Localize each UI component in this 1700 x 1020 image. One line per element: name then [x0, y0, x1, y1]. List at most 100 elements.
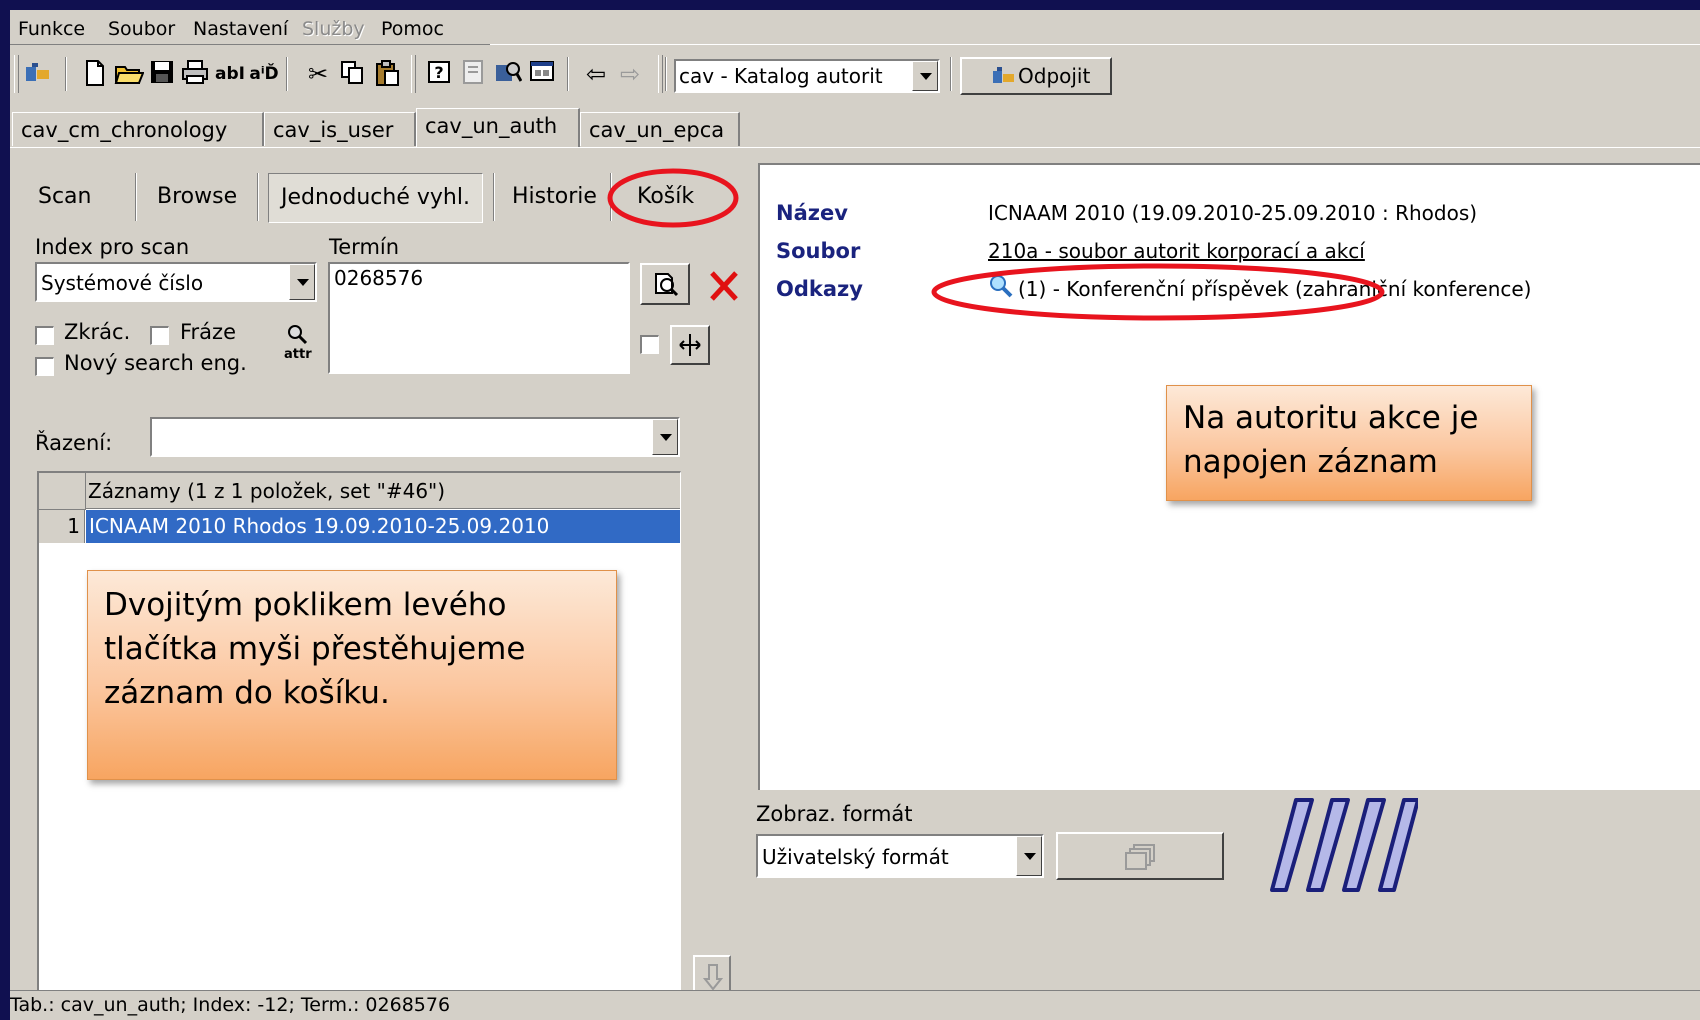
toolbar-separator — [950, 57, 952, 91]
record-display: Název ICNAAM 2010 (19.09.2010-25.09.2010… — [758, 163, 1700, 790]
toolbar-separator — [665, 57, 667, 91]
attr-label: attr — [284, 347, 312, 362]
toolbar-grip[interactable] — [658, 55, 663, 93]
display-format-label: Zobraz. formát — [756, 802, 913, 826]
subtab-historie[interactable]: Historie — [512, 171, 597, 223]
disconnect-button[interactable]: Odpojit — [960, 57, 1112, 95]
index-label: Index pro scan — [35, 235, 190, 259]
menu-funkce[interactable]: Funkce — [18, 18, 85, 40]
subtab-separator — [493, 173, 495, 221]
status-text: Tab.: cav_un_auth; Index: -12; Term.: 02… — [10, 994, 451, 1016]
table-tabs: cav_cm_chronology cav_is_user cav_un_aut… — [10, 108, 1700, 148]
table-row[interactable]: ICNAAM 2010 Rhodos 19.09.2010-25.09.2010 — [86, 510, 680, 543]
save-icon[interactable] — [146, 59, 178, 89]
toolbar-separator — [567, 57, 569, 91]
index-select[interactable]: Systémové číslo — [35, 262, 317, 302]
paste-icon[interactable] — [371, 59, 403, 89]
callout-double-click-text: Dvojitým poklikem levého tlačítka myši p… — [104, 587, 526, 711]
toolbar-grip[interactable] — [411, 55, 416, 93]
menu-divider — [10, 44, 490, 45]
kosik-highlight-ring — [607, 168, 739, 228]
subtab-scan[interactable]: Scan — [38, 171, 92, 223]
index-select-value: Systémové číslo — [41, 271, 204, 295]
clear-x-icon[interactable] — [706, 265, 742, 305]
zkrac-checkbox[interactable] — [35, 326, 54, 345]
cut-icon[interactable]: ✂ — [302, 59, 334, 89]
new-document-icon[interactable] — [79, 59, 111, 89]
magnifier-document-icon — [652, 271, 680, 302]
novy-search-checkbox[interactable] — [35, 357, 54, 376]
disconnect-button-label: Odpojit — [1018, 64, 1091, 88]
field-label-odkazy: Odkazy — [776, 277, 863, 301]
attr-search-button[interactable]: attr — [278, 323, 318, 369]
chevron-down-icon[interactable] — [912, 61, 938, 91]
menu-pomoc[interactable]: Pomoc — [381, 18, 444, 40]
subtab-separator — [257, 173, 259, 221]
scan-search-button[interactable] — [640, 263, 690, 305]
option-checkbox[interactable] — [640, 335, 659, 354]
tabs-divider — [10, 147, 1700, 148]
connect-icon[interactable] — [22, 59, 54, 89]
subtab-separator — [135, 173, 137, 221]
forward-arrow-icon[interactable]: ⇨ — [614, 59, 646, 89]
svg-text:?: ? — [434, 63, 443, 82]
fraze-label: Fráze — [180, 320, 236, 344]
tab-cav-un-epca[interactable]: cav_un_epca — [580, 112, 740, 146]
menu-soubor[interactable]: Soubor — [108, 18, 175, 40]
search-records-icon[interactable] — [492, 59, 524, 89]
chevron-down-icon[interactable] — [652, 419, 678, 455]
stacked-windows-icon — [1124, 843, 1156, 876]
application-window: Funkce Soubor Nastavení Služby Pomoc abI… — [10, 10, 1700, 1020]
toolbar-grip[interactable] — [14, 55, 19, 93]
back-arrow-icon[interactable]: ⇦ — [580, 59, 612, 89]
field-label-nazev: Název — [776, 201, 848, 225]
callout-linked-record-note: Na autoritu akce je napojen záznam — [1166, 385, 1532, 501]
window-frame: Funkce Soubor Nastavení Služby Pomoc abI… — [0, 0, 1700, 1020]
sort-label: Řazení: — [35, 431, 113, 455]
spellcheck-icon[interactable]: aⁱĎ — [248, 59, 280, 89]
window-layout-icon[interactable] — [526, 59, 558, 89]
print-icon[interactable] — [179, 59, 211, 89]
menu-sluzby[interactable]: Služby — [302, 18, 365, 40]
results-column-header[interactable]: Záznamy (1 z 1 položek, set "#46") — [86, 473, 680, 509]
term-label: Termín — [329, 235, 400, 259]
callout-linked-record-text: Na autoritu akce je napojen záznam — [1183, 400, 1479, 480]
tab-cav-cm-chronology[interactable]: cav_cm_chronology — [12, 112, 264, 146]
term-input-value: 0268576 — [334, 266, 424, 290]
fraze-checkbox[interactable] — [150, 326, 169, 345]
help-icon[interactable]: ? — [423, 59, 455, 89]
field-label-soubor: Soubor — [776, 239, 861, 263]
toolbar: abI aⁱĎ ✂ ? ⇦ ⇨ cav - Katalog autorit Od… — [10, 47, 1700, 103]
menu-bar: Funkce Soubor Nastavení Služby Pomoc — [10, 10, 1700, 45]
sort-select[interactable] — [150, 417, 680, 457]
field-value-nazev: ICNAAM 2010 (19.09.2010-25.09.2010 : Rho… — [988, 201, 1478, 225]
grid-corner — [39, 473, 86, 510]
text-replace-icon[interactable]: abI — [214, 59, 246, 89]
odkazy-highlight-ring — [931, 263, 1385, 321]
database-select[interactable]: cav - Katalog autorit — [674, 59, 940, 93]
subtab-browse[interactable]: Browse — [157, 171, 237, 223]
copy-icon[interactable] — [336, 59, 368, 89]
tab-cav-is-user[interactable]: cav_is_user — [264, 112, 416, 146]
database-select-value: cav - Katalog autorit — [679, 64, 883, 88]
format-windows-button[interactable] — [1056, 832, 1224, 880]
display-format-value: Uživatelský formát — [762, 845, 949, 869]
resize-horizontal-icon — [678, 333, 702, 362]
callout-double-click-hint: Dvojitým poklikem levého tlačítka myši p… — [87, 570, 617, 780]
expand-width-button[interactable] — [670, 325, 710, 365]
display-format-select[interactable]: Uživatelský formát — [756, 834, 1044, 878]
status-bar: Tab.: cav_un_auth; Index: -12; Term.: 02… — [10, 990, 1700, 1020]
chevron-down-icon[interactable] — [1016, 836, 1042, 876]
tab-cav-un-auth[interactable]: cav_un_auth — [416, 108, 580, 148]
toolbar-separator — [286, 57, 288, 91]
term-input[interactable]: 0268576 — [328, 262, 630, 374]
menu-nastaveni[interactable]: Nastavení — [193, 18, 288, 40]
subtab-jednoduche-vyhl[interactable]: Jednoduché vyhl. — [268, 173, 483, 223]
open-folder-icon[interactable] — [113, 59, 145, 89]
aleph-logo — [1268, 790, 1420, 900]
chevron-down-icon[interactable] — [289, 264, 315, 300]
disconnect-icon — [992, 65, 1016, 92]
novy-search-label: Nový search eng. — [64, 351, 247, 375]
row-number: 1 — [39, 510, 85, 543]
record-form-icon[interactable] — [457, 59, 489, 89]
